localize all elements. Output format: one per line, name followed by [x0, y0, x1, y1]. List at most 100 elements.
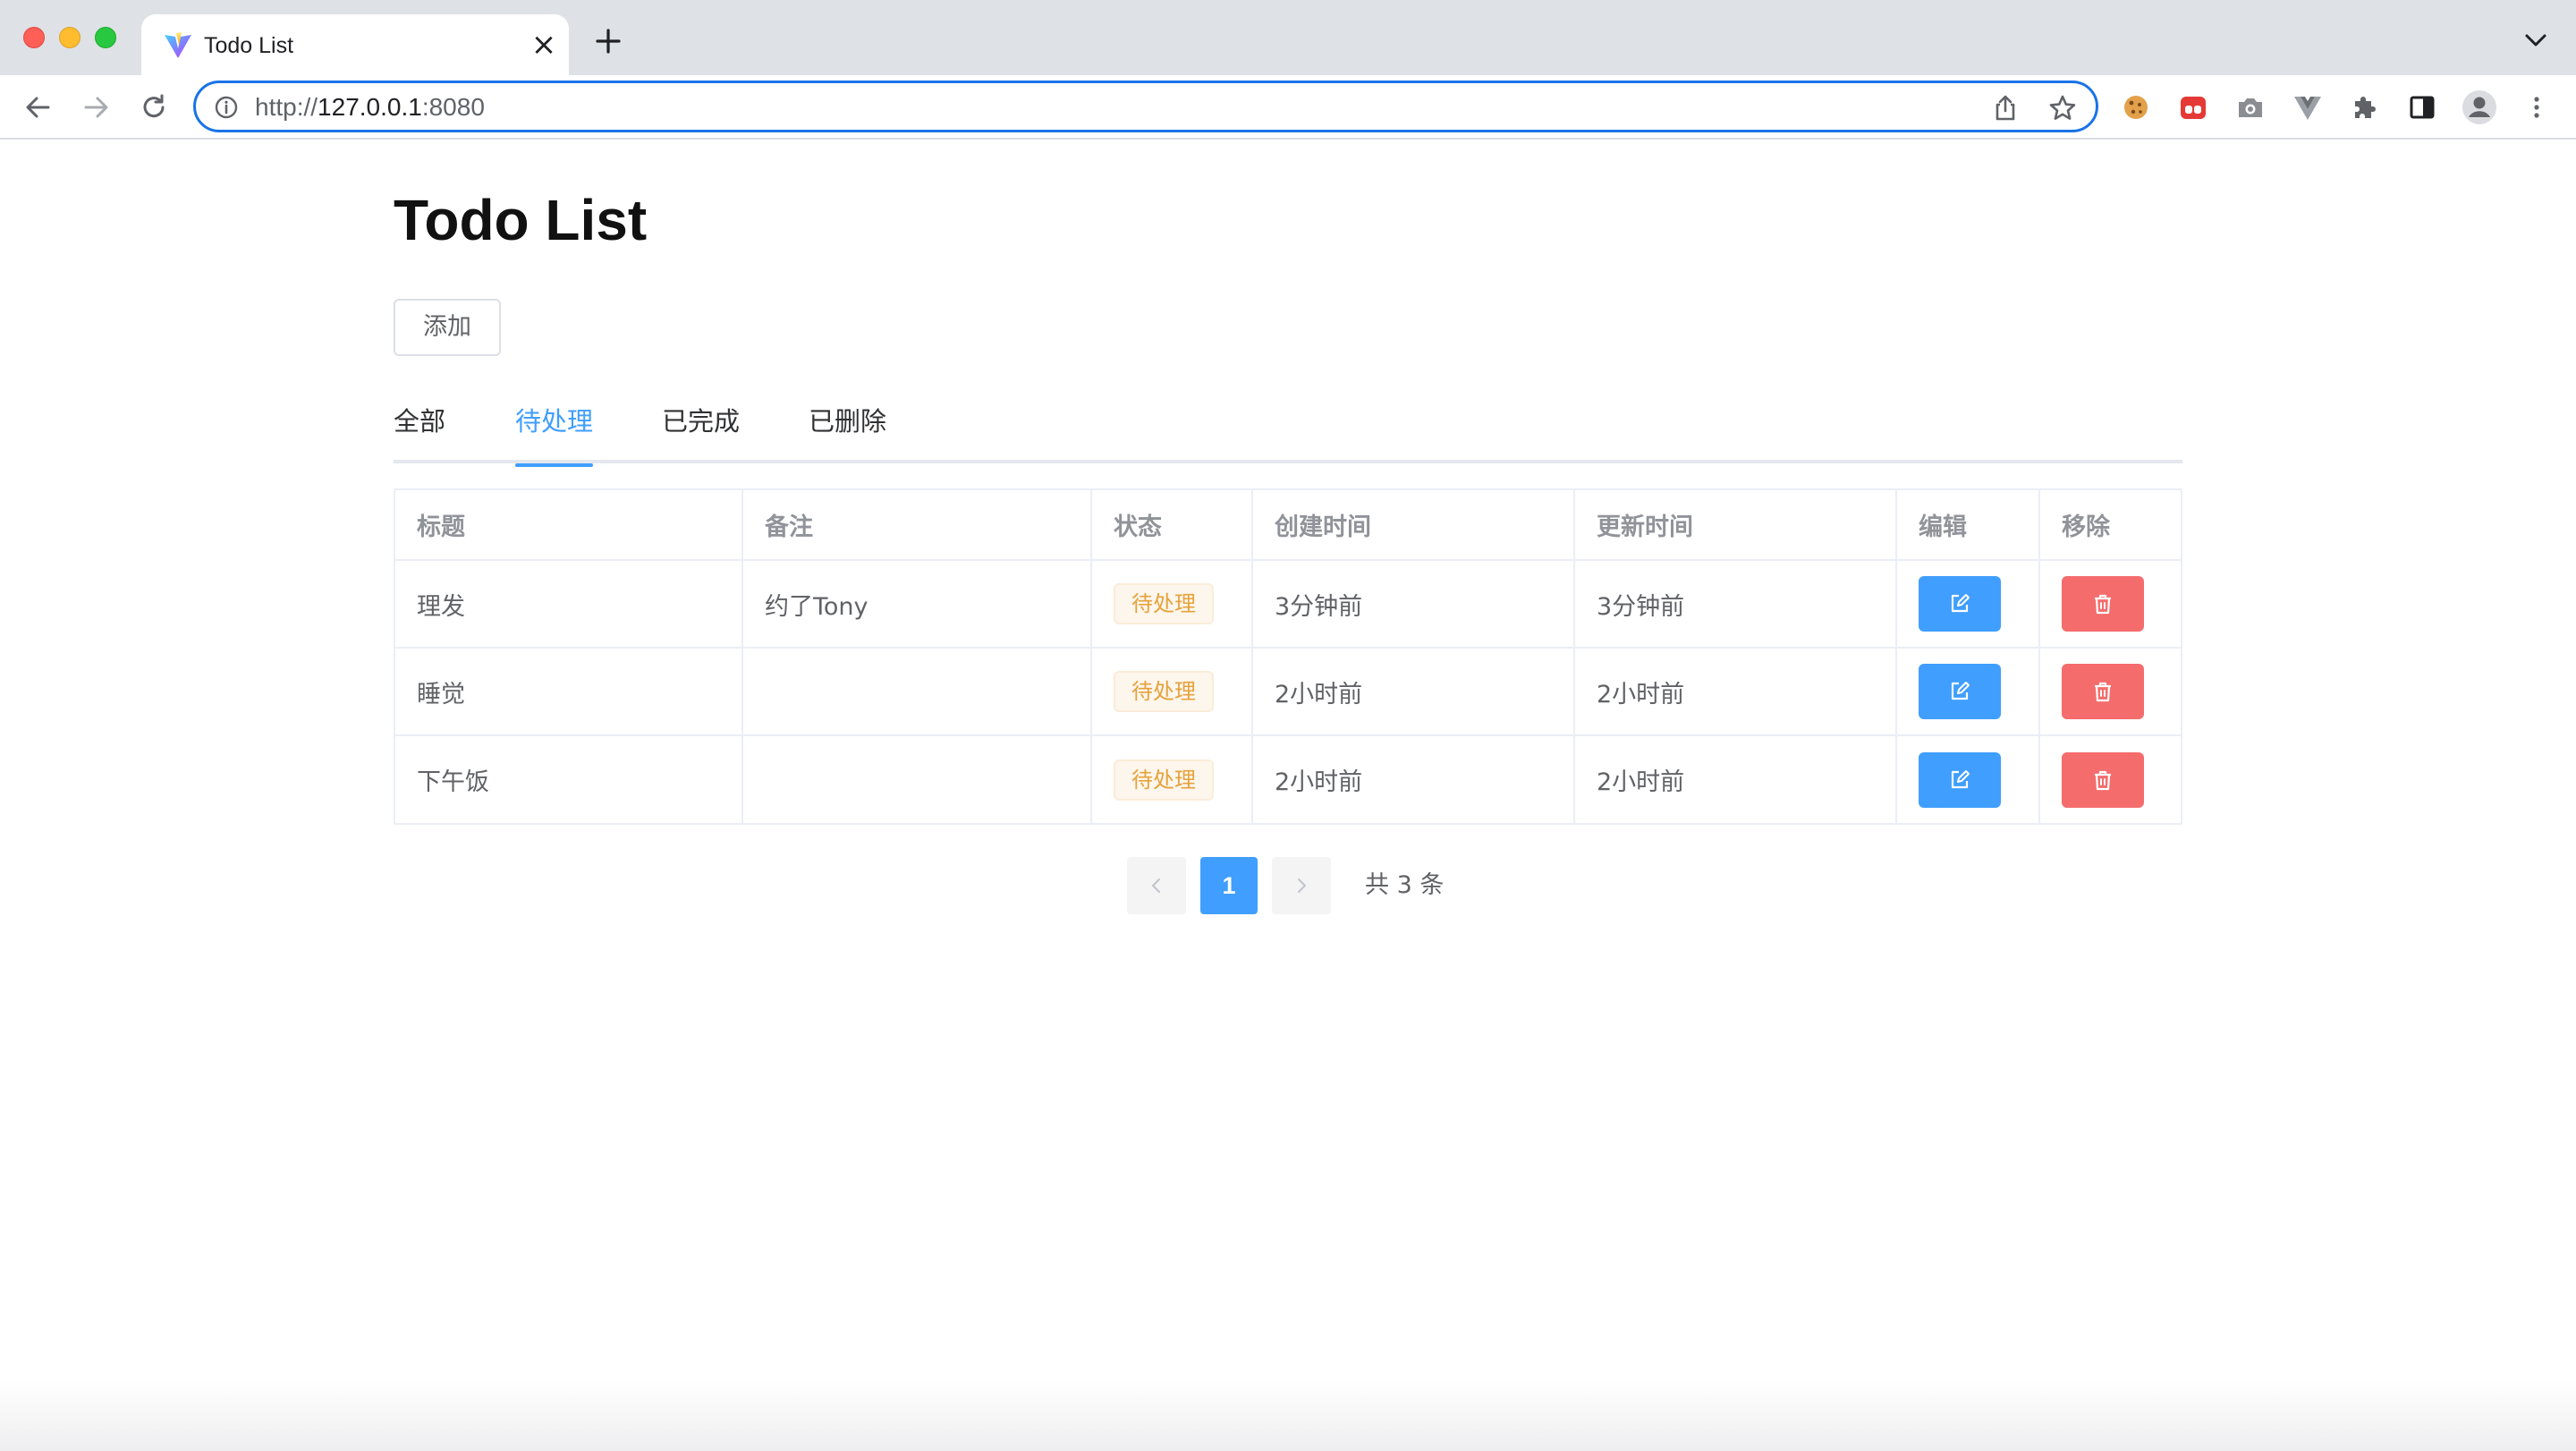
back-icon — [26, 97, 50, 118]
vue-devtools-icon — [2294, 97, 2321, 120]
status-badge: 待处理 — [1114, 671, 1214, 712]
delete-button[interactable] — [2062, 664, 2144, 719]
url-text: http://127.0.0.1:8080 — [255, 92, 485, 123]
info-icon[interactable] — [214, 95, 239, 120]
cell-updated: 3分钟前 — [1574, 560, 1897, 649]
edit-icon — [1951, 682, 1970, 700]
cell-title: 睡觉 — [395, 648, 743, 736]
trash-icon — [2095, 682, 2111, 702]
chevron-left-icon — [1152, 878, 1160, 893]
browser-tab-strip: Todo List × — [0, 0, 2576, 75]
camera-extension-button[interactable] — [2231, 88, 2270, 127]
profile-icon — [2462, 90, 2496, 124]
cell-updated: 2小时前 — [1574, 735, 1897, 823]
tab-all[interactable]: 全部 — [394, 403, 445, 463]
edit-icon — [1951, 594, 1970, 613]
cell-title: 下午饭 — [395, 735, 743, 823]
address-bar[interactable]: http://127.0.0.1:8080 — [193, 81, 2098, 132]
share-icon[interactable] — [1990, 93, 2021, 123]
column-header-title: 标题 — [395, 490, 743, 561]
cell-status: 待处理 — [1091, 560, 1253, 649]
cell-edit — [1896, 560, 2040, 649]
url-host: 127.0.0.1 — [318, 93, 422, 121]
red-extension-button[interactable] — [2174, 88, 2213, 127]
next-page-button[interactable] — [1272, 857, 1331, 914]
page-number-button[interactable]: 1 — [1200, 857, 1258, 914]
cell-remove — [2039, 735, 2181, 823]
tab-deleted[interactable]: 已删除 — [809, 403, 886, 463]
cell-remove — [2039, 560, 2181, 649]
more-icon — [2534, 97, 2539, 118]
column-header-remove: 移除 — [2039, 490, 2181, 561]
new-tab-icon[interactable] — [592, 25, 624, 57]
maximize-window-button[interactable] — [95, 27, 116, 48]
cell-edit — [1896, 648, 2040, 736]
prev-page-button[interactable] — [1127, 857, 1186, 914]
cell-status: 待处理 — [1091, 735, 1253, 823]
table-row: 理发 约了Tony 待处理 3分钟前 3分钟前 — [395, 560, 2181, 649]
cookie-extension-icon — [2124, 96, 2148, 119]
close-tab-icon[interactable]: × — [530, 30, 558, 60]
status-badge: 待处理 — [1114, 583, 1214, 624]
chevron-right-icon — [1298, 878, 1306, 893]
vue-devtools-button[interactable] — [2288, 88, 2327, 127]
trash-icon — [2095, 770, 2111, 790]
tab-title: Todo List — [204, 33, 294, 58]
profile-button[interactable] — [2460, 88, 2499, 127]
reload-button[interactable] — [134, 88, 174, 127]
todo-table: 标题 备注 状态 创建时间 更新时间 编辑 移除 理发 约了Tony 待处理 3… — [394, 488, 2182, 825]
column-header-updated: 更新时间 — [1574, 490, 1897, 561]
cell-note: 约了Tony — [742, 560, 1092, 649]
red-extension-icon — [2181, 97, 2206, 119]
reload-icon — [143, 94, 165, 118]
cookie-extension-button[interactable] — [2116, 88, 2156, 127]
table-row: 下午饭 待处理 2小时前 2小时前 — [395, 735, 2181, 823]
tab-pending[interactable]: 待处理 — [515, 403, 594, 467]
back-button[interactable] — [18, 88, 57, 127]
column-header-status: 状态 — [1091, 490, 1253, 561]
side-panel-button[interactable] — [2402, 88, 2442, 127]
extensions-button[interactable] — [2345, 88, 2385, 127]
edit-button[interactable] — [1919, 751, 2001, 808]
puzzle-extension-icon — [2355, 97, 2376, 118]
cell-remove — [2039, 648, 2181, 736]
star-icon[interactable] — [2047, 93, 2078, 123]
side-panel-icon — [2410, 96, 2435, 119]
edit-button[interactable] — [1919, 664, 2001, 719]
cell-created: 2小时前 — [1252, 735, 1575, 823]
page-bottom-shadow — [0, 1379, 2576, 1451]
add-button[interactable]: 添加 — [394, 299, 501, 356]
minimize-window-button[interactable] — [59, 27, 80, 48]
tab-completed[interactable]: 已完成 — [662, 403, 740, 463]
filter-tabs: 全部 待处理 已完成 已删除 — [394, 403, 2182, 467]
url-port: :8080 — [421, 93, 485, 121]
column-header-note: 备注 — [742, 490, 1092, 561]
page-title: Todo List — [394, 188, 648, 252]
tab-search-chevron-icon[interactable] — [2522, 30, 2549, 50]
cell-note — [742, 648, 1092, 736]
cell-edit — [1896, 735, 2040, 823]
pagination-total: 共 3 条 — [1365, 871, 1445, 899]
close-window-button[interactable] — [23, 27, 45, 48]
cell-created: 2小时前 — [1252, 648, 1575, 736]
column-header-edit: 编辑 — [1896, 490, 2040, 561]
table-row: 睡觉 待处理 2小时前 2小时前 — [395, 648, 2181, 736]
more-menu-button[interactable] — [2517, 88, 2556, 127]
camera-extension-icon — [2239, 98, 2262, 117]
forward-button[interactable] — [77, 88, 116, 127]
table-header-row: 标题 备注 状态 创建时间 更新时间 编辑 移除 — [395, 490, 2181, 561]
edit-icon — [1951, 769, 1970, 788]
cell-created: 3分钟前 — [1252, 560, 1575, 649]
vite-favicon-icon — [165, 32, 191, 58]
trash-icon — [2095, 594, 2111, 615]
cell-title: 理发 — [395, 560, 743, 649]
forward-icon — [84, 97, 108, 118]
page-content: Todo List 添加 全部 待处理 已完成 已删除 标题 备注 状态 创建时… — [0, 141, 2576, 1451]
delete-button[interactable] — [2062, 751, 2144, 808]
url-scheme: http:// — [255, 93, 318, 121]
browser-tab[interactable]: Todo List × — [141, 14, 569, 75]
edit-button[interactable] — [1919, 576, 2001, 632]
cell-updated: 2小时前 — [1574, 648, 1897, 736]
cell-note — [742, 735, 1092, 823]
delete-button[interactable] — [2062, 576, 2144, 632]
